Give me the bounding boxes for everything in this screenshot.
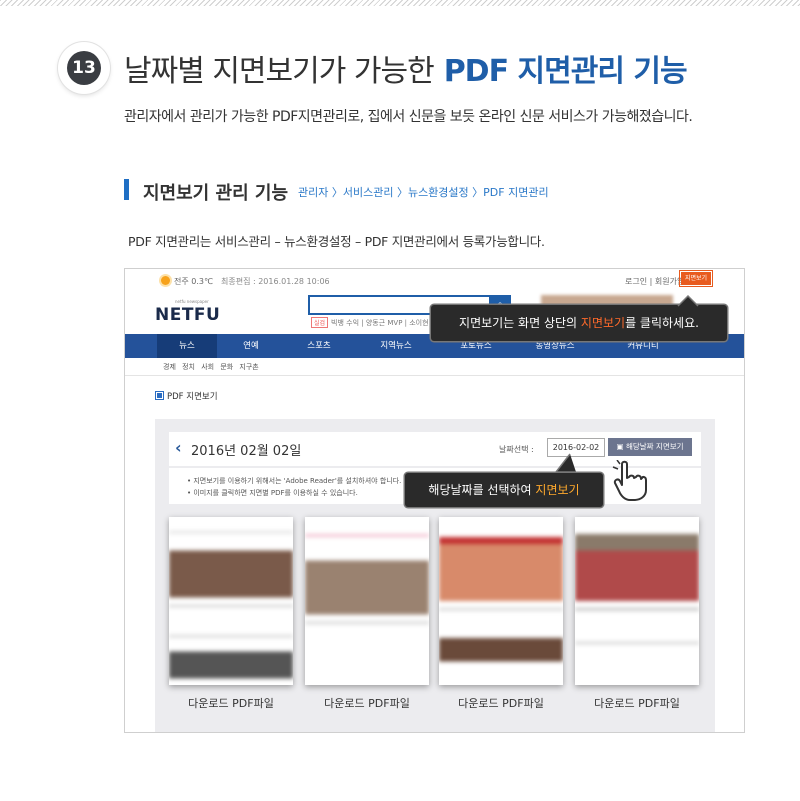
tooltip-highlight: 지면보기: [580, 316, 626, 330]
section-breadcrumb: 관리자 〉서비스관리 〉뉴스환경설정 〉PDF 지면관리: [298, 186, 549, 199]
tooltip-pointer: [677, 294, 699, 307]
page-description: 관리자에서 관리가 가능한 PDF지면관리로, 집에서 신문을 보듯 온라인 신…: [124, 109, 693, 125]
pointer-hand-icon: [612, 460, 647, 501]
step-number: 13: [67, 51, 101, 85]
last-updated: 최종편집 : 2016.01.28 10:06: [221, 277, 330, 286]
site-logo[interactable]: NETFU: [155, 305, 220, 325]
tooltip-text: 를 클릭하세요.: [625, 316, 699, 330]
title-text: 날짜별 지면보기가 가능한: [124, 54, 435, 89]
page-title: 날짜별 지면보기가 가능한 PDF 지면관리 기능: [124, 46, 688, 90]
newspaper-page-image: [169, 517, 293, 685]
section-accent-bar: [124, 179, 129, 200]
step-number-badge: 13: [58, 42, 110, 94]
logo-tagline: netfu newspaper: [175, 299, 209, 304]
nav-item-local[interactable]: 지역뉴스: [367, 334, 425, 358]
view-date-button[interactable]: ▣ 해당날짜 지면보기: [608, 438, 692, 456]
tooltip-top: 지면보기는 화면 상단의 지면보기를 클릭하세요.: [431, 305, 727, 341]
download-pdf-link[interactable]: 다운로드 PDF파일: [169, 695, 293, 711]
square-bullet-icon: [155, 391, 164, 400]
pdf-thumbnail[interactable]: [305, 517, 429, 685]
weather-widget: 전주 0.3℃: [161, 276, 213, 287]
newspaper-page-image: [305, 517, 429, 685]
weather-text: 전주 0.3℃: [174, 277, 213, 286]
login-links[interactable]: 로그인 | 회원가입: [625, 276, 684, 287]
tooltip-text: 지면보기는 화면 상단의: [459, 316, 581, 330]
nav-item-entertainment[interactable]: 연예: [225, 334, 277, 358]
title-highlight: PDF 지면관리 기능: [443, 54, 688, 89]
newspaper-page-image: [439, 517, 563, 685]
chevron-left-icon[interactable]: ‹: [175, 438, 182, 457]
notice-line: • 이미지를 클릭하면 지면별 PDF를 이용하실 수 있습니다.: [187, 489, 358, 497]
hot-keyword-tag: 실검: [311, 317, 329, 328]
notice-line: • 지면보기를 이용하기 위해서는 'Adobe Reader'를 설치하셔야 …: [187, 477, 402, 485]
pdf-section-label: PDF 지면보기: [155, 390, 218, 402]
divider: [125, 375, 744, 376]
top-hatch-decoration: [0, 0, 800, 6]
tooltip-highlight: 지면보기: [535, 483, 580, 497]
sub-nav[interactable]: 경제 정치 사회 문화 지구촌: [163, 362, 259, 372]
pdf-thumbnail[interactable]: [169, 517, 293, 685]
download-pdf-link[interactable]: 다운로드 PDF파일: [575, 695, 699, 711]
tooltip-text: 해당날짜를 선택하여: [428, 483, 536, 497]
sun-icon: [161, 276, 170, 285]
newspaper-page-image: [575, 517, 699, 685]
view-date-label: 해당날짜 지면보기: [625, 442, 684, 451]
section-title: 지면보기 관리 기능: [143, 183, 289, 204]
nav-item-sports[interactable]: 스포츠: [293, 334, 345, 358]
pdf-view-button[interactable]: 지면보기: [679, 270, 713, 287]
pdf-thumbnail[interactable]: [439, 517, 563, 685]
current-date: 2016년 02월 02일: [191, 444, 302, 459]
download-pdf-link[interactable]: 다운로드 PDF파일: [305, 695, 429, 711]
hot-keywords: 실검 빅뱅 수익 | 양동근 MVP | 소이현 인교진: [311, 317, 450, 328]
calendar-icon: ▣: [616, 442, 624, 451]
pdf-section-text: PDF 지면보기: [167, 392, 218, 402]
nav-item-news[interactable]: 뉴스: [157, 334, 217, 358]
download-pdf-link[interactable]: 다운로드 PDF파일: [439, 695, 563, 711]
section-description: PDF 지면관리는 서비스관리 – 뉴스환경설정 – PDF 지면관리에서 등록…: [128, 234, 545, 249]
tooltip-date: 해당날짜를 선택하여 지면보기: [405, 473, 603, 507]
pdf-thumbnail[interactable]: [575, 517, 699, 685]
date-select-label: 날짜선택 :: [499, 445, 534, 454]
